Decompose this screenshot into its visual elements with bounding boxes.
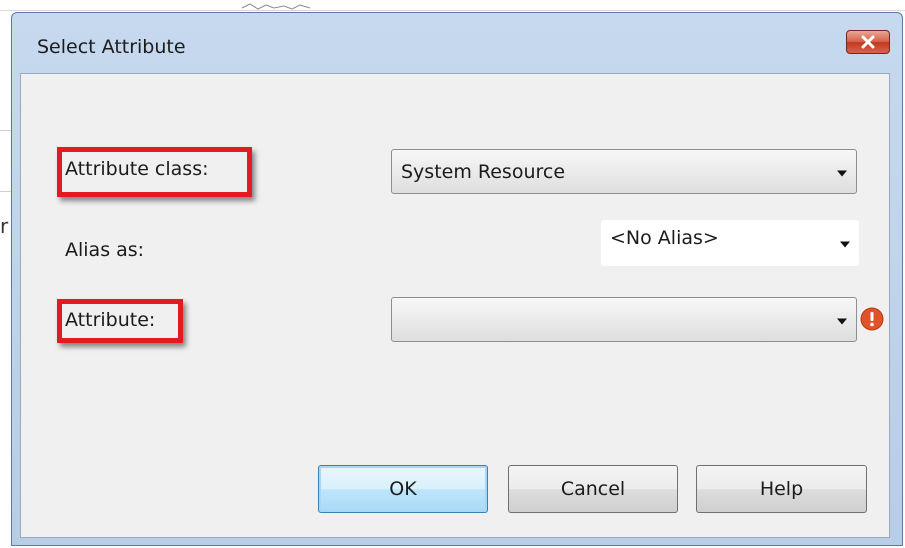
select-attribute-dialog: Select Attribute Attribute class: System… (11, 12, 903, 546)
chevron-down-icon (837, 170, 847, 176)
alias-label: Alias as: (65, 239, 145, 261)
dialog-title: Select Attribute (37, 36, 186, 58)
error-icon (860, 307, 884, 331)
attribute-class-dropdown[interactable]: System Resource (391, 149, 857, 194)
cancel-button[interactable]: Cancel (508, 465, 678, 513)
background-window-edge (0, 10, 905, 11)
chevron-down-icon (837, 318, 847, 324)
close-button[interactable] (846, 30, 890, 54)
attribute-class-value: System Resource (401, 160, 566, 183)
alias-value: <No Alias> (610, 227, 719, 250)
ok-button[interactable]: OK (318, 465, 488, 513)
chevron-down-icon (840, 241, 850, 248)
close-icon (861, 35, 875, 49)
dialog-body: Attribute class: System Resource Alias a… (20, 73, 890, 538)
alias-dropdown[interactable]: <No Alias> (601, 220, 859, 266)
attribute-class-label: Attribute class: (65, 158, 209, 180)
help-button[interactable]: Help (696, 465, 867, 513)
attribute-label: Attribute: (65, 309, 156, 331)
attribute-dropdown[interactable] (391, 297, 857, 342)
background-text: r (0, 214, 9, 238)
background-scribble (241, 3, 311, 10)
